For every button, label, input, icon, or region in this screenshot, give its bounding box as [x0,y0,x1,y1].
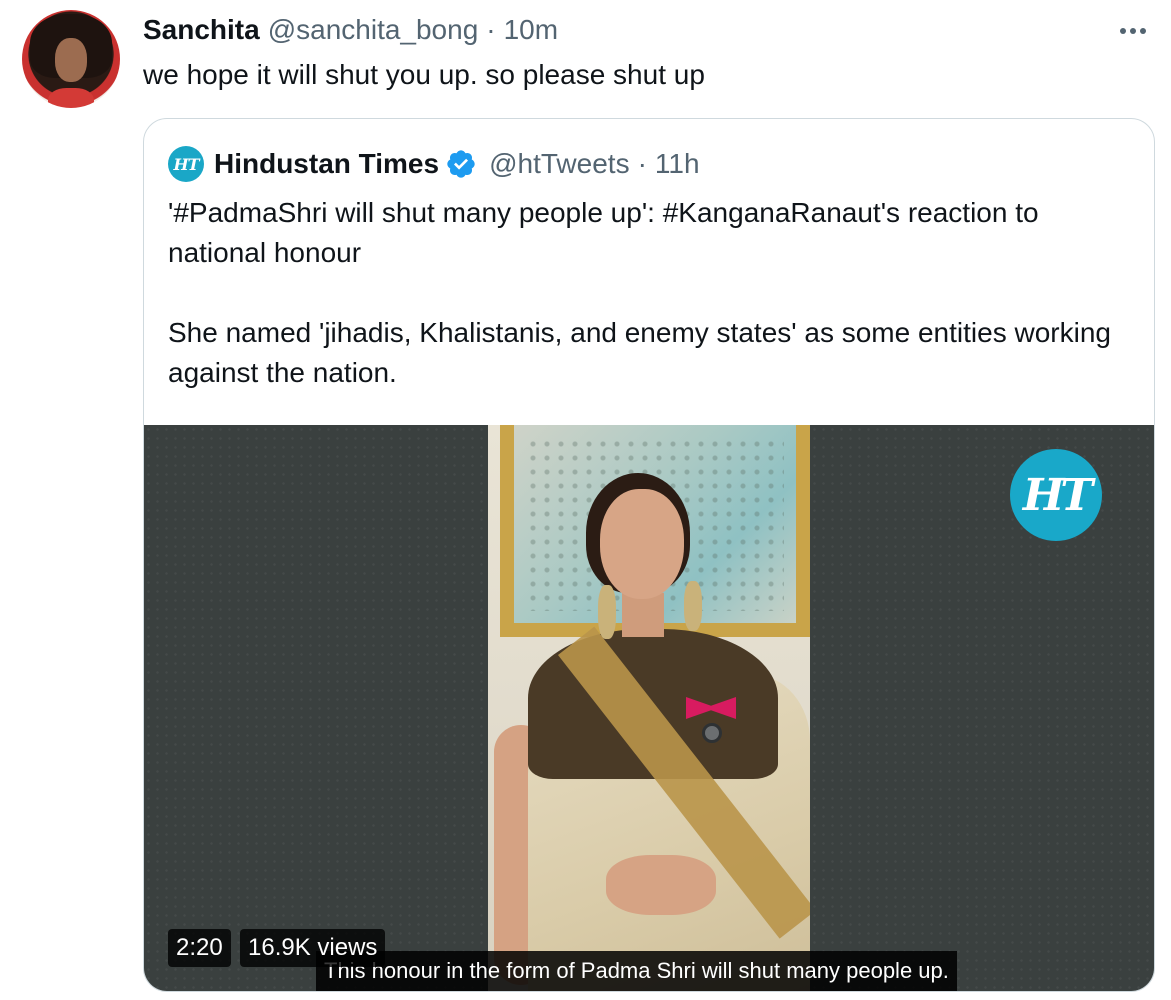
verified-badge-icon [447,150,475,178]
earring [598,585,616,639]
quoted-tweet-text: '#PadmaShri will shut many people up': #… [168,193,1128,393]
separator-dot: · [486,14,496,45]
quoted-tweet-time[interactable]: 11h [655,148,700,180]
quoted-tweet[interactable]: HT Hindustan Times @htTweets · 11h '#Pad… [143,118,1155,992]
video-views: 16.9K views [240,929,386,967]
video-duration: 2:20 [168,929,231,967]
more-dot [1130,28,1136,34]
person-hands [606,855,716,915]
tweet-text: we hope it will shut you up. so please s… [143,59,705,90]
more-options-icon[interactable] [1113,16,1153,46]
avatar-clothing [48,88,94,108]
person-face [600,489,684,599]
person-neck [622,593,664,637]
avatar-face [55,38,87,82]
separator-dot: · [637,148,647,179]
video-subtitle: This honour in the form of Padma Shri wi… [316,951,957,991]
author-handle[interactable]: @sanchita_bong [268,14,479,46]
video-player[interactable]: HT This honour in the form of Padma Shri… [144,425,1154,991]
more-dot [1120,28,1126,34]
tweet-time[interactable]: 10m [504,14,558,46]
quoted-author-avatar[interactable]: HT [168,146,204,182]
medal [702,723,722,743]
earring [684,581,702,631]
video-frame [488,425,810,991]
ht-watermark-logo: HT [1010,449,1102,541]
quoted-tweet-header: HT Hindustan Times @htTweets · 11h [168,145,700,183]
tweet-header: Sanchita @sanchita_bong · 10m [143,12,558,48]
tweet: Sanchita @sanchita_bong · 10m we hope it… [0,0,1171,1000]
author-name[interactable]: Sanchita [143,14,260,46]
quoted-author-handle[interactable]: @htTweets [489,148,629,180]
quoted-tweet-paragraph: '#PadmaShri will shut many people up': #… [168,197,1039,268]
quoted-tweet-paragraph: She named 'jihadis, Khalistanis, and ene… [168,317,1111,388]
more-dot [1140,28,1146,34]
author-avatar[interactable] [22,10,120,108]
quoted-author-name[interactable]: Hindustan Times [214,148,439,180]
